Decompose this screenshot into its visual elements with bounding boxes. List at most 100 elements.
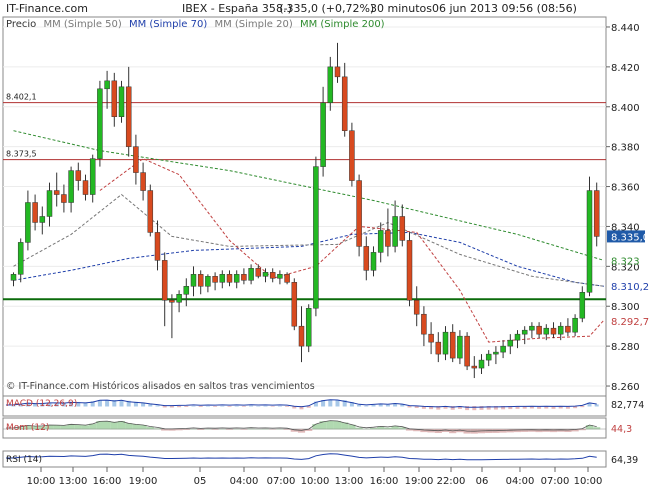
price-tag-label: 8.292,7 (611, 317, 649, 328)
macd-histogram-bar (263, 405, 268, 407)
candle-body (557, 325, 564, 335)
legend-price: Precio (6, 19, 36, 30)
candle-body (305, 307, 312, 347)
candle-body (269, 272, 276, 279)
macd-histogram-bar (580, 406, 585, 408)
price-tag-label: 8.310,2 (611, 282, 649, 293)
candle-body (125, 86, 132, 147)
price-tick-label: 8.440 (611, 23, 640, 34)
momentum-bar (535, 429, 543, 433)
candle-body (586, 190, 593, 293)
price-tag-label: 8.335,0 (611, 232, 649, 243)
candle-body (219, 274, 226, 283)
time-axis: 10:00 13:00 16:00 19:00 05 04:00 07:00 10:00 13:… (27, 467, 603, 487)
candle-body (457, 335, 463, 359)
candle-body (248, 268, 254, 281)
time-tick-label: 16:00 (93, 476, 122, 487)
candle-body (241, 274, 247, 281)
stock-chart: IT-Finance.com IBEX - España 35 (-) 8.33… (2, 2, 649, 487)
candle-body (377, 230, 384, 253)
time-tick-label: 07:00 (267, 476, 296, 487)
macd-histogram-bar (371, 405, 376, 407)
candle-body (75, 170, 82, 181)
momentum-bar (312, 424, 320, 430)
candle-body (370, 252, 377, 271)
macd-histogram-bar (105, 400, 110, 407)
candle-body (341, 76, 348, 131)
momentum-bar (333, 421, 342, 430)
macd-histogram-bar (205, 406, 210, 407)
time-tick-label: 04:00 (230, 476, 259, 487)
macd-histogram-bar (270, 406, 275, 407)
candle-body (363, 246, 370, 271)
momentum-value: 44,3 (611, 424, 632, 435)
candle-body (550, 327, 557, 335)
macd-histogram-bar (191, 405, 196, 407)
price-tick-label: 8.280 (611, 342, 640, 353)
price-tick-label: 8.260 (611, 382, 640, 393)
candle-body (97, 88, 103, 159)
candle-body (406, 240, 413, 301)
macd-histogram-bar (241, 406, 246, 407)
candle-body (521, 329, 528, 335)
candle-body (46, 190, 53, 217)
candle-body (53, 190, 60, 195)
candle-body (154, 232, 161, 261)
candle-body (169, 300, 175, 303)
chart-quote: 8.335,0 (+0,72%) (276, 2, 374, 15)
candle-body (334, 66, 341, 78)
level-line-label: 8.402,1 (6, 93, 37, 102)
momentum-bar (132, 424, 140, 430)
macd-histogram-bar (213, 406, 218, 407)
time-tick-label: 22:00 (437, 476, 466, 487)
candle-body (579, 292, 586, 319)
macd-histogram-bar (407, 406, 412, 408)
momentum-bar (103, 421, 111, 430)
candle-body (25, 202, 31, 243)
candle-body (147, 190, 154, 233)
candle-body (500, 345, 506, 353)
site-name: IT-Finance.com (6, 2, 88, 15)
macd-histogram-bar (594, 404, 599, 407)
candle-body (61, 194, 67, 203)
macd-histogram-bar (357, 404, 362, 407)
macd-histogram-bar (465, 406, 470, 411)
candle-body (17, 242, 24, 275)
legend: Precio MM (Simple 50) MM (Simple 70) MM … (6, 19, 385, 30)
candle-body (197, 274, 204, 287)
price-tick-label: 8.400 (611, 103, 640, 114)
candle-body (291, 282, 298, 327)
price-tick-label: 8.420 (611, 63, 640, 74)
macd-histogram-bar (277, 405, 282, 407)
macd-histogram-bar (378, 404, 383, 407)
legend-ma20: MM (Simple 20) (214, 19, 292, 30)
candle-body (399, 216, 406, 241)
time-tick-label: 07:00 (541, 476, 570, 487)
time-tick-label: 06 (476, 476, 489, 487)
chart-interval: 30 minutos (370, 2, 432, 15)
macd-histogram-bar (155, 405, 160, 407)
rsi-label: RSI (14) (6, 455, 42, 465)
price-tick-label: 8.380 (611, 143, 640, 154)
candle-body (298, 325, 305, 347)
candle-body (471, 365, 478, 369)
macd-value: 82,774 (611, 400, 644, 411)
time-tick-label: 10:00 (301, 476, 330, 487)
candle-body (313, 166, 319, 309)
candle-body (421, 313, 427, 335)
candle-body (133, 146, 139, 173)
candle-body (118, 86, 125, 117)
candle-body (284, 274, 290, 283)
candle-body (572, 317, 578, 333)
time-tick-label: 05 (194, 476, 207, 487)
legend-ma70: MM (Simple 70) (129, 19, 207, 30)
macd-histogram-bar (335, 400, 340, 407)
candle-body (356, 180, 362, 247)
candle-body (111, 80, 118, 117)
momentum-bar (513, 429, 522, 433)
time-tick-label: 04:00 (506, 476, 535, 487)
candle-body (442, 331, 449, 355)
momentum-bar (549, 429, 558, 433)
time-tick-label: 10:00 (574, 476, 603, 487)
candle-body (89, 158, 96, 195)
